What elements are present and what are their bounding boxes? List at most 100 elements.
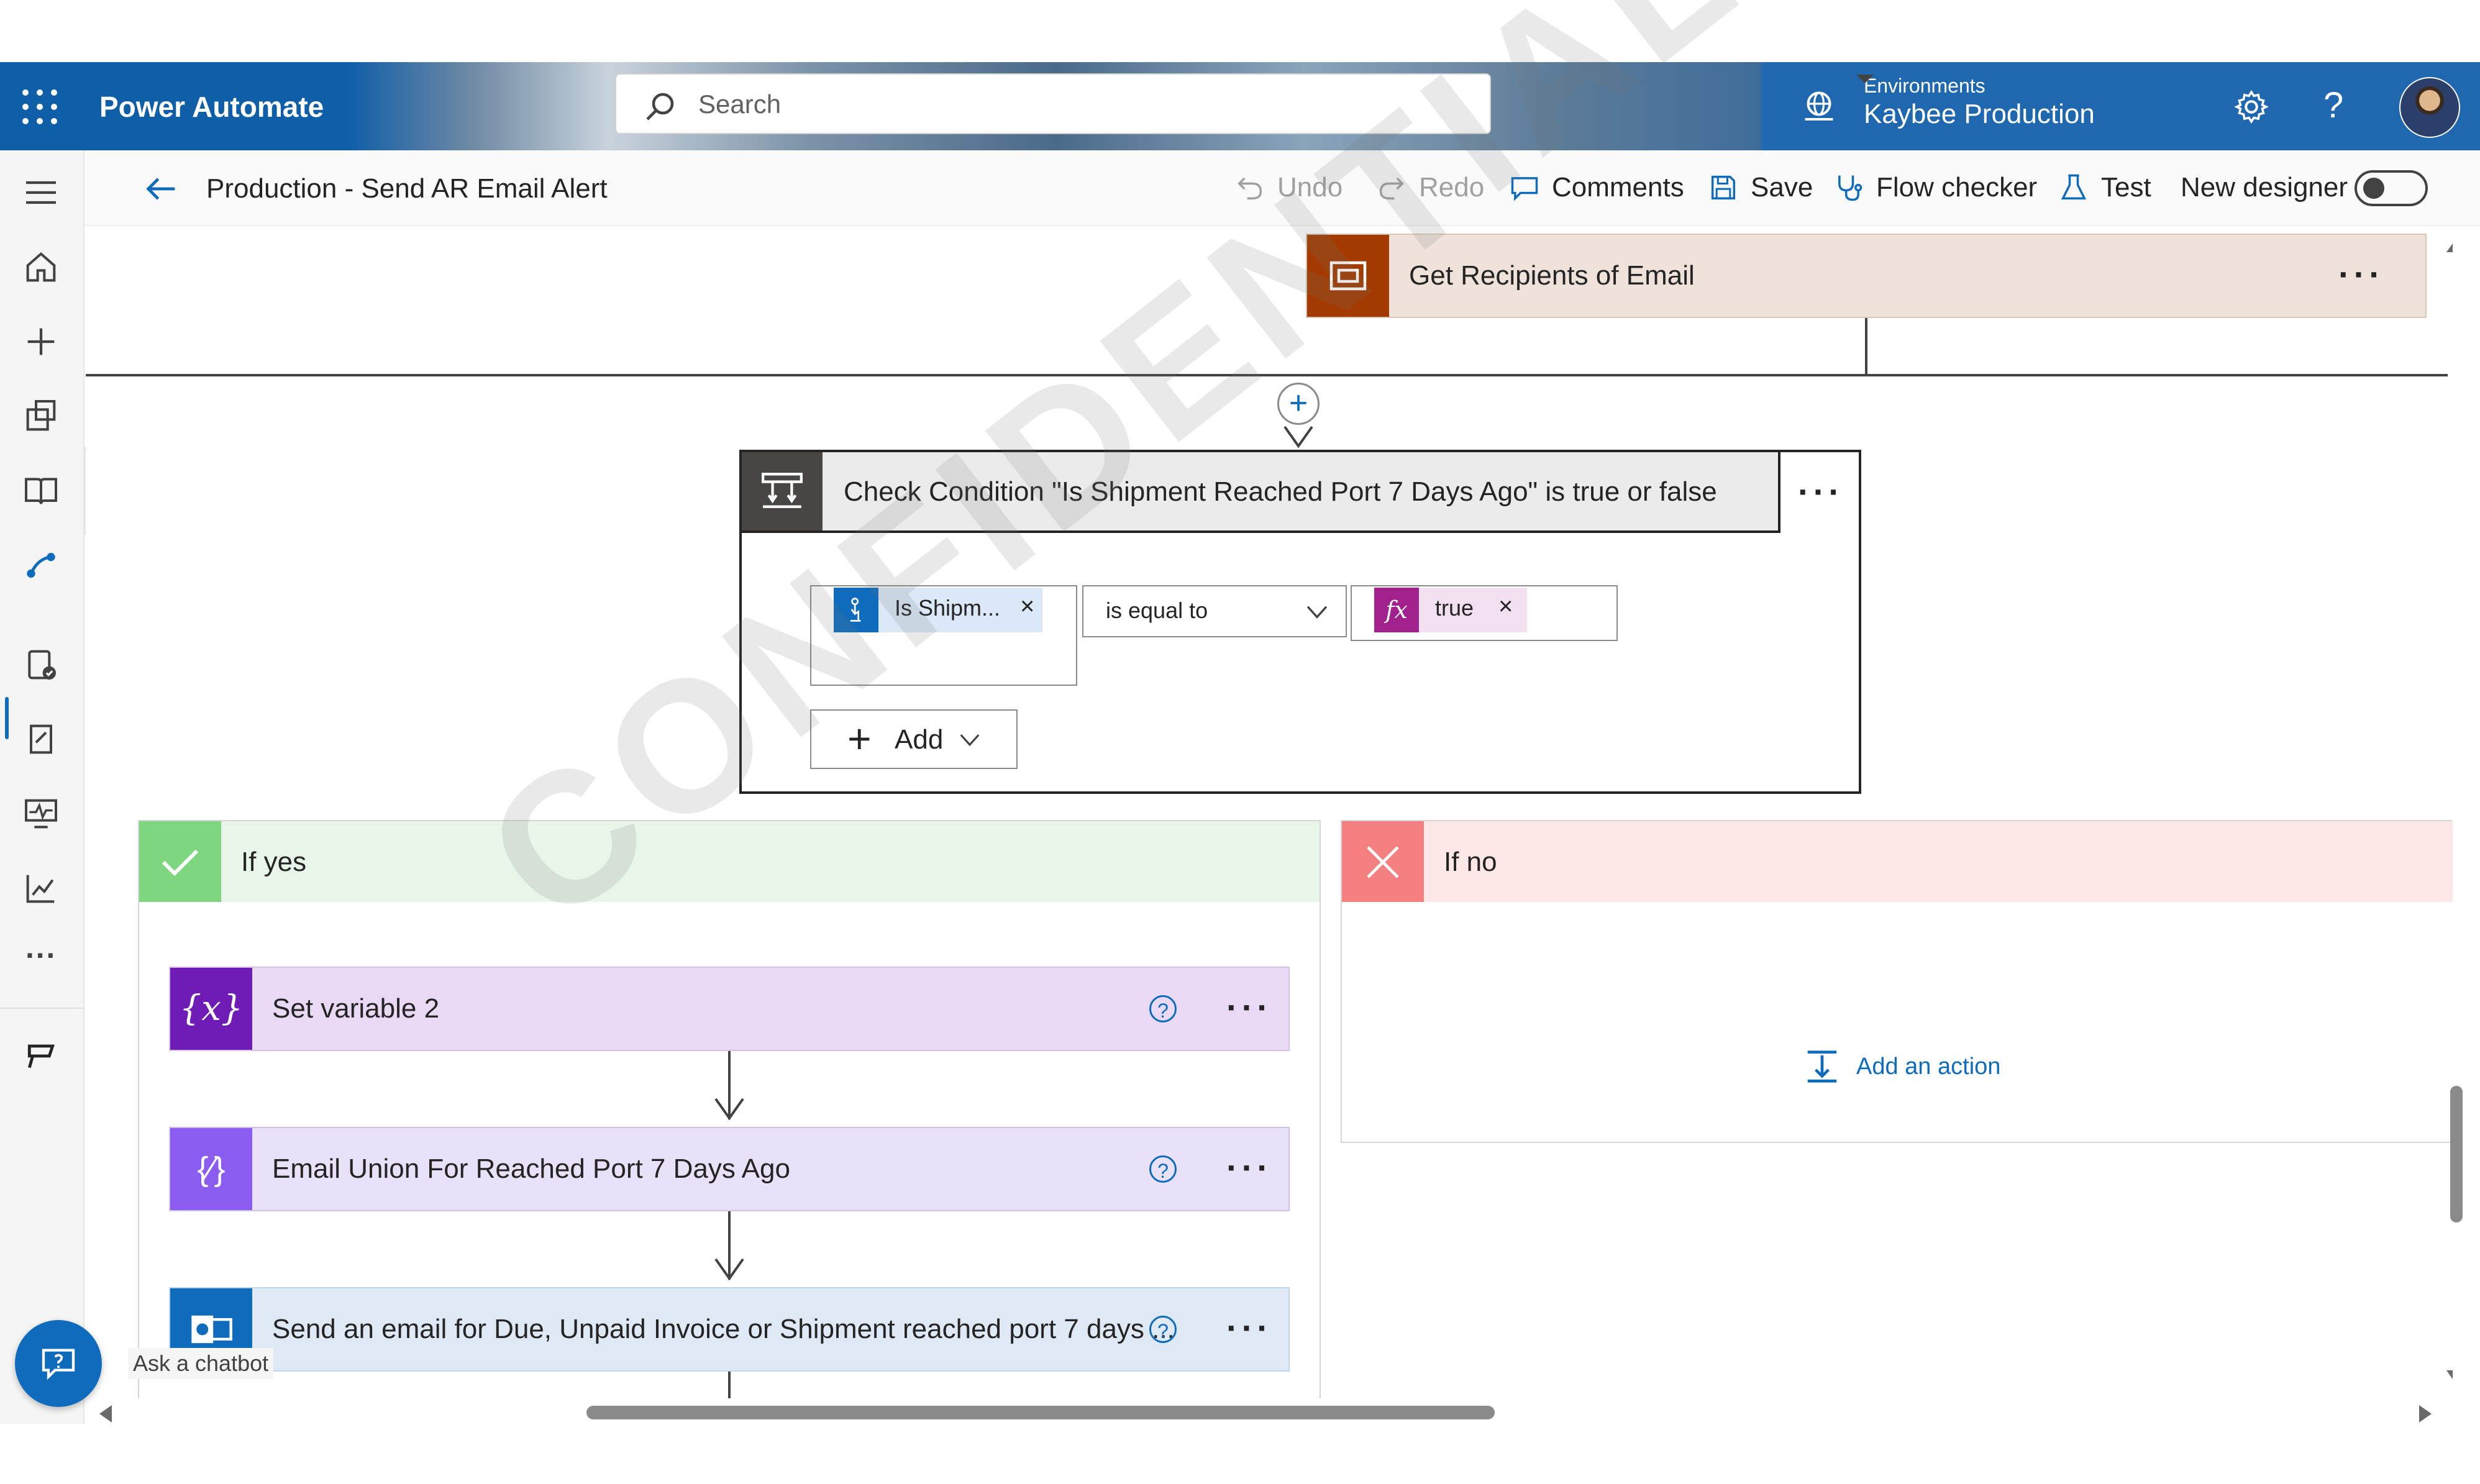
horizontal-scrollbar-thumb[interactable] — [586, 1406, 1495, 1419]
close-icon — [1367, 846, 1399, 878]
flow-name[interactable]: Production - Send AR Email Alert — [206, 170, 608, 207]
comments-label: Comments — [1552, 172, 1684, 203]
scroll-right-arrow-icon[interactable] — [2419, 1405, 2432, 1423]
condition-more-icon[interactable]: ··· — [1798, 475, 1844, 509]
get-recipients-icon-tile — [1307, 235, 1389, 317]
token-icon-tile — [834, 588, 878, 632]
stethoscope-icon — [1838, 175, 1862, 201]
environments-label[interactable]: Environments — [1864, 73, 1985, 98]
test-label: Test — [2101, 172, 2151, 203]
help-icon[interactable]: ? — [1149, 1155, 1177, 1183]
vertical-scrollbar-thumb[interactable] — [2450, 1086, 2463, 1222]
scroll-down-arrow-icon[interactable] — [2446, 1370, 2453, 1383]
expression-token-label: true — [1435, 595, 1474, 621]
new-designer-toggle[interactable] — [2355, 170, 2428, 206]
connector-line — [1865, 318, 1867, 374]
learn-book-icon[interactable] — [21, 471, 61, 511]
set-variable-title: Set variable 2 — [272, 993, 440, 1024]
add-an-action-link[interactable]: Add an action — [1803, 1047, 2000, 1086]
active-indicator — [5, 697, 9, 739]
environment-name[interactable]: Kaybee Production — [1864, 97, 2095, 132]
more-ellipsis-icon[interactable]: ··· — [21, 940, 61, 983]
undo-button[interactable]: Undo — [1234, 168, 1343, 207]
scroll-up-arrow-icon[interactable] — [2446, 240, 2453, 252]
app-title[interactable]: Power Automate — [99, 88, 324, 125]
chatbot-label[interactable]: Ask a chatbot — [128, 1348, 274, 1379]
approvals-icon[interactable] — [21, 645, 61, 685]
save-label: Save — [1751, 172, 1813, 203]
help-icon[interactable]: ? — [1149, 1316, 1177, 1343]
settings-gear-icon[interactable] — [2233, 88, 2270, 125]
add-label: Add — [895, 724, 944, 755]
left-nav-rail: ··· — [0, 150, 84, 1424]
power-platform-icon[interactable] — [21, 1036, 61, 1076]
back-arrow-icon[interactable] — [142, 169, 181, 209]
condition-right-operand[interactable]: fx true × — [1351, 585, 1618, 641]
condition-left-operand[interactable]: Is Shipm... × — [810, 585, 1077, 686]
my-flows-icon[interactable] — [21, 545, 61, 585]
if-no-branch: If no Add an action — [1341, 820, 2453, 1143]
if-yes-header[interactable]: If yes — [139, 821, 1320, 902]
add-an-action-label: Add an action — [1856, 1053, 2001, 1080]
search-input[interactable]: Search — [615, 73, 1491, 134]
compose-card[interactable]: {∕} Email Union For Reached Port 7 Days … — [169, 1127, 1290, 1211]
condition-header[interactable]: Check Condition "Is Shipment Reached Por… — [742, 452, 1780, 533]
arrow-down-icon — [714, 1098, 744, 1121]
get-recipients-more-icon[interactable]: ··· — [2338, 257, 2384, 292]
add-row-button[interactable]: + Add — [810, 709, 1018, 769]
condition-title: Check Condition "Is Shipment Reached Por… — [844, 476, 1717, 507]
process-mining-icon[interactable] — [21, 868, 61, 908]
scroll-left-arrow-icon[interactable] — [99, 1405, 112, 1423]
close-icon-tile — [1342, 821, 1424, 902]
monitor-icon[interactable] — [21, 794, 61, 834]
solutions-icon[interactable] — [21, 719, 61, 759]
chatbot-button[interactable] — [15, 1320, 102, 1407]
touch-hand-icon — [850, 598, 861, 622]
compose-title: Email Union For Reached Port 7 Days Ago — [272, 1154, 790, 1184]
compose-frame-icon — [1329, 261, 1367, 291]
more-icon[interactable]: ··· — [1226, 1311, 1272, 1345]
token-remove-icon[interactable]: × — [1020, 593, 1034, 621]
help-icon[interactable]: ? — [2323, 81, 2343, 130]
more-icon[interactable]: ··· — [1226, 990, 1272, 1025]
add-action-icon — [1807, 1050, 1837, 1083]
outlook-mail-icon — [191, 1315, 232, 1344]
if-yes-branch: If yes {x} Set variable 2 ? ··· {∕} Emai… — [138, 820, 1321, 1398]
operator-value: is equal to — [1106, 598, 1208, 623]
more-icon[interactable]: ··· — [1226, 1150, 1272, 1185]
redo-button[interactable]: Redo — [1375, 168, 1484, 207]
token-remove-icon[interactable]: × — [1498, 593, 1513, 621]
app-launcher-icon[interactable] — [22, 89, 57, 124]
variable-icon: {x} — [170, 968, 252, 1050]
undo-label: Undo — [1277, 172, 1343, 203]
get-recipients-title: Get Recipients of Email — [1409, 260, 1695, 291]
chevron-down-icon — [1306, 606, 1328, 619]
expression-token[interactable]: fx true × — [1374, 588, 1527, 632]
flow-checker-button[interactable]: Flow checker — [1833, 168, 2037, 207]
plus-icon: + — [847, 716, 872, 762]
save-button[interactable]: Save — [1707, 168, 1813, 207]
scope-divider-line — [86, 374, 2448, 376]
comments-button[interactable]: Comments — [1508, 168, 1684, 207]
if-no-header[interactable]: If no — [1342, 821, 2453, 902]
arrow-down-icon — [714, 1258, 744, 1281]
insert-step-plus-icon[interactable]: + — [1277, 383, 1320, 425]
connector-line — [728, 1372, 731, 1398]
check-icon-tile — [139, 821, 221, 902]
set-variable-card[interactable]: {x} Set variable 2 ? ··· — [169, 967, 1290, 1051]
create-plus-icon[interactable] — [21, 322, 61, 362]
comment-icon — [1511, 177, 1538, 201]
user-avatar[interactable] — [2399, 77, 2460, 138]
chat-help-icon — [42, 1349, 75, 1380]
send-email-card[interactable]: Send an email for Due, Unpaid Invoice or… — [169, 1287, 1290, 1372]
templates-icon[interactable] — [21, 396, 61, 436]
flow-canvas[interactable]: Get Recipients of Email ··· + Check Cond… — [86, 227, 2453, 1398]
operator-dropdown[interactable]: is equal to — [1082, 585, 1347, 637]
help-icon[interactable]: ? — [1149, 995, 1177, 1022]
home-icon[interactable] — [21, 247, 61, 287]
test-button[interactable]: Test — [2058, 168, 2151, 207]
hamburger-menu-icon[interactable] — [21, 173, 61, 212]
redo-label: Redo — [1419, 172, 1485, 203]
dynamic-token[interactable]: Is Shipm... × — [834, 588, 1042, 632]
get-recipients-card[interactable]: Get Recipients of Email ··· — [1306, 234, 2427, 318]
